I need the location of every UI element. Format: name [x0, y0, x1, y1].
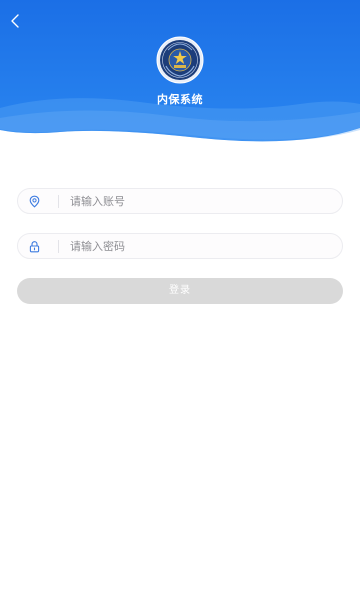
account-field[interactable] — [17, 188, 343, 214]
back-button[interactable] — [4, 10, 26, 32]
login-page: 内保系统 登录 — [0, 0, 360, 600]
chevron-left-icon — [11, 14, 19, 28]
police-emblem-icon — [156, 36, 204, 84]
header-banner: 内保系统 — [0, 0, 360, 150]
login-button[interactable]: 登录 — [17, 278, 343, 304]
location-pin-icon — [29, 195, 40, 208]
password-field[interactable] — [17, 233, 343, 259]
field-divider — [58, 195, 59, 208]
lock-icon — [29, 241, 40, 253]
account-input[interactable] — [70, 191, 330, 211]
app-title: 内保系统 — [157, 93, 203, 106]
password-input[interactable] — [70, 236, 330, 256]
field-divider — [58, 240, 59, 253]
